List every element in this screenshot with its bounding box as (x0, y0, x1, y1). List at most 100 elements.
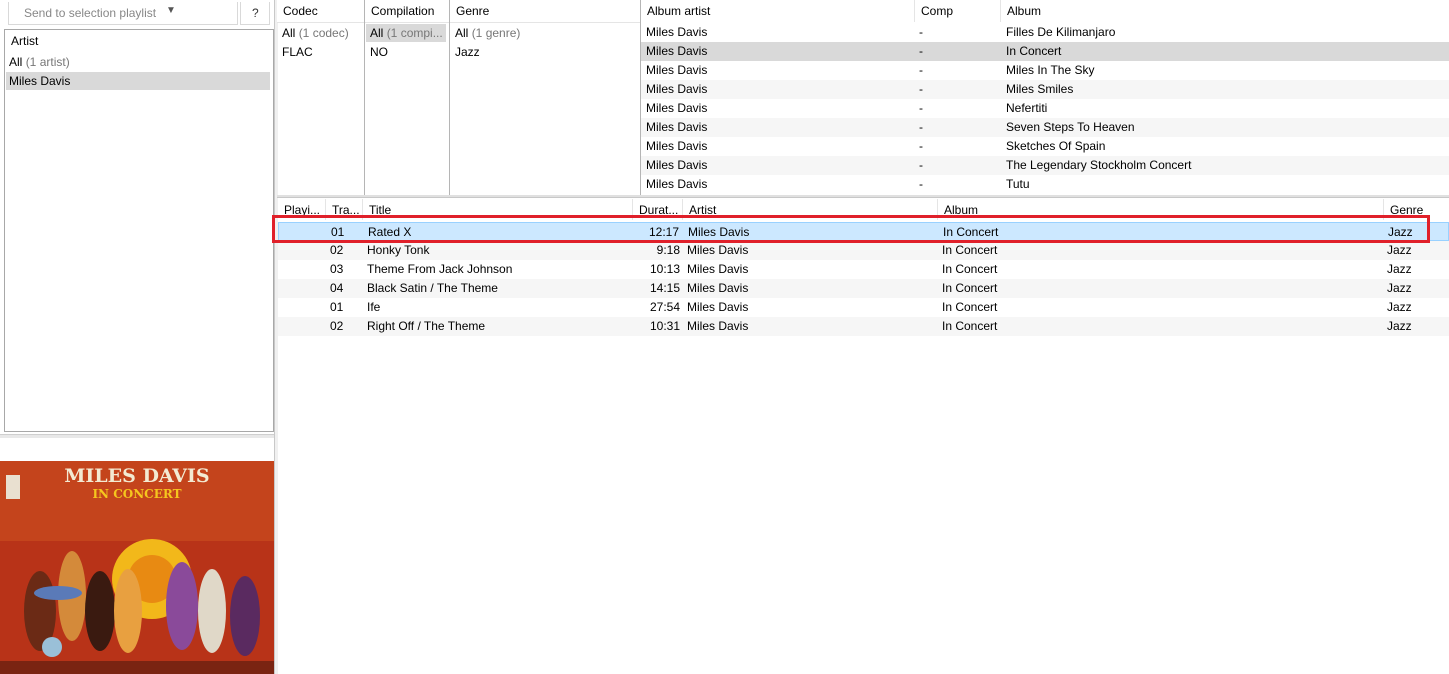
help-button[interactable]: ? (240, 2, 270, 25)
album-row-comp: - (919, 25, 923, 39)
track-genre: Jazz (1387, 243, 1412, 257)
track-genre: Jazz (1387, 300, 1412, 314)
album-row[interactable]: Miles Davis - Miles In The Sky (641, 61, 1449, 80)
track-album: In Concert (942, 281, 998, 295)
compilation-item-no[interactable]: NO (366, 43, 448, 61)
filter-name: NO (370, 45, 388, 59)
album-row-comp: - (919, 120, 923, 134)
album-row-title: Nefertiti (1006, 101, 1048, 115)
album-row-artist: Miles Davis (646, 25, 708, 39)
sort-ascending-icon: ^ (773, 0, 779, 6)
album-row-title: In Concert (1006, 44, 1062, 58)
track-title: Right Off / The Theme (367, 319, 486, 333)
filter-name: All (455, 26, 469, 40)
track-duration: 27:54 (649, 300, 680, 314)
album-art-subtitle: IN CONCERT (92, 487, 182, 501)
album-row[interactable]: Miles Davis - Filles De Kilimanjaro (641, 23, 1449, 42)
track-artist: Miles Davis (687, 243, 749, 257)
track-row[interactable]: 01 Ife 27:54 Miles Davis In Concert Jazz (278, 298, 1449, 317)
album-row[interactable]: Miles Davis - The Legendary Stockholm Conc… (641, 156, 1449, 175)
album-row-artist: Miles Davis (646, 177, 708, 191)
album-list[interactable]: Album artist ^ Comp Album Miles Davis - Fi… (641, 0, 1449, 195)
album-row-title: Tutu (1006, 177, 1030, 191)
compilation-filter[interactable]: Compilation All (1 compi... NO (365, 0, 450, 195)
album-row-comp: - (919, 82, 923, 96)
album-row-comp: - (919, 158, 923, 172)
codec-item-all[interactable]: All (1 codec) (278, 24, 363, 42)
panel-splitter[interactable] (0, 434, 275, 438)
album-row-title: The Legendary Stockholm Concert (1006, 158, 1192, 172)
artist-list[interactable]: Artist All (1 artist) Miles Davis (4, 29, 274, 432)
filter-count: (1 compi... (386, 26, 443, 40)
codec-item-flac[interactable]: FLAC (278, 43, 363, 61)
track-album: In Concert (942, 243, 998, 257)
track-title: Theme From Jack Johnson (367, 262, 513, 276)
track-title: Honky Tonk (367, 243, 430, 257)
send-to-playlist-dropdown[interactable]: Send to selection playlist ▼ (8, 2, 238, 25)
album-row[interactable]: Miles Davis - Sketches Of Spain (641, 137, 1449, 156)
header-label: Comp (921, 4, 954, 18)
album-row-comp: - (919, 44, 923, 58)
artist-name: All (9, 55, 23, 69)
filter-count: (1 codec) (298, 26, 349, 40)
track-duration: 10:13 (649, 262, 680, 276)
album-row-artist: Miles Davis (646, 101, 708, 115)
genre-header[interactable]: Genre (450, 0, 640, 23)
album-row-comp: - (919, 177, 923, 191)
genre-item-all[interactable]: All (1 genre) (451, 24, 639, 42)
filter-name: All (370, 26, 384, 40)
track-artist: Miles Davis (687, 300, 749, 314)
artist-count: (1 artist) (25, 55, 70, 69)
compilation-header-label: Compilation (371, 4, 435, 18)
track-title: Black Satin / The Theme (367, 281, 498, 295)
filter-name: FLAC (282, 45, 313, 59)
filter-name: Jazz (455, 45, 480, 59)
album-row[interactable]: Miles Davis - Tutu (641, 175, 1449, 194)
codec-header-label: Codec (283, 4, 318, 18)
album-column-header[interactable]: Album (1001, 0, 1448, 22)
horizontal-splitter[interactable] (277, 195, 1449, 198)
album-row-artist: Miles Davis (646, 63, 708, 77)
send-to-playlist-label: Send to selection playlist (24, 6, 157, 20)
comp-column-header[interactable]: Comp (915, 0, 1001, 22)
genre-item-jazz[interactable]: Jazz (451, 43, 639, 61)
track-row[interactable]: 02 Honky Tonk 9:18 Miles Davis In Concert Jaz… (278, 241, 1449, 260)
track-duration: 9:18 (656, 243, 680, 257)
chevron-down-icon: ▼ (166, 5, 176, 16)
artist-item-all[interactable]: All (1 artist) (6, 53, 270, 71)
album-row-artist: Miles Davis (646, 44, 708, 58)
album-row-title: Miles In The Sky (1006, 63, 1095, 77)
album-row[interactable]: Miles Davis - In Concert (641, 42, 1449, 61)
artist-name: Miles Davis (9, 74, 71, 88)
album-row[interactable]: Miles Davis - Seven Steps To Heaven (641, 118, 1449, 137)
track-artist: Miles Davis (687, 262, 749, 276)
track-genre: Jazz (1387, 319, 1412, 333)
track-number: 04 (330, 281, 344, 295)
compilation-header[interactable]: Compilation (365, 0, 449, 23)
track-duration: 10:31 (649, 319, 680, 333)
compilation-item-all[interactable]: All (1 compi... (366, 24, 446, 42)
codec-filter[interactable]: Codec All (1 codec) FLAC (277, 0, 365, 195)
track-row[interactable]: 03 Theme From Jack Johnson 10:13 Miles Davi… (278, 260, 1449, 279)
album-row-title: Sketches Of Spain (1006, 139, 1106, 153)
artist-column-header[interactable]: Artist (11, 34, 38, 48)
codec-header[interactable]: Codec (277, 0, 364, 23)
artist-item-miles-davis[interactable]: Miles Davis (6, 72, 270, 90)
track-number: 02 (330, 243, 344, 257)
genre-header-label: Genre (456, 4, 490, 18)
track-row[interactable]: 02 Right Off / The Theme 10:31 Miles Davis I… (278, 317, 1449, 336)
filter-count: (1 genre) (471, 26, 521, 40)
track-number: 02 (330, 319, 344, 333)
album-row-title: Miles Smiles (1006, 82, 1074, 96)
album-row-artist: Miles Davis (646, 120, 708, 134)
track-number: 03 (330, 262, 344, 276)
album-row[interactable]: Miles Davis - Miles Smiles (641, 80, 1449, 99)
album-row[interactable]: Miles Davis - Nefertiti (641, 99, 1449, 118)
album-row-title: Seven Steps To Heaven (1006, 120, 1135, 134)
album-row-artist: Miles Davis (646, 158, 708, 172)
header-label: Album artist (647, 4, 711, 18)
track-artist: Miles Davis (687, 281, 749, 295)
genre-filter[interactable]: Genre All (1 genre) Jazz (450, 0, 641, 195)
album-row-comp: - (919, 139, 923, 153)
track-row[interactable]: 04 Black Satin / The Theme 14:15 Miles Davi… (278, 279, 1449, 298)
